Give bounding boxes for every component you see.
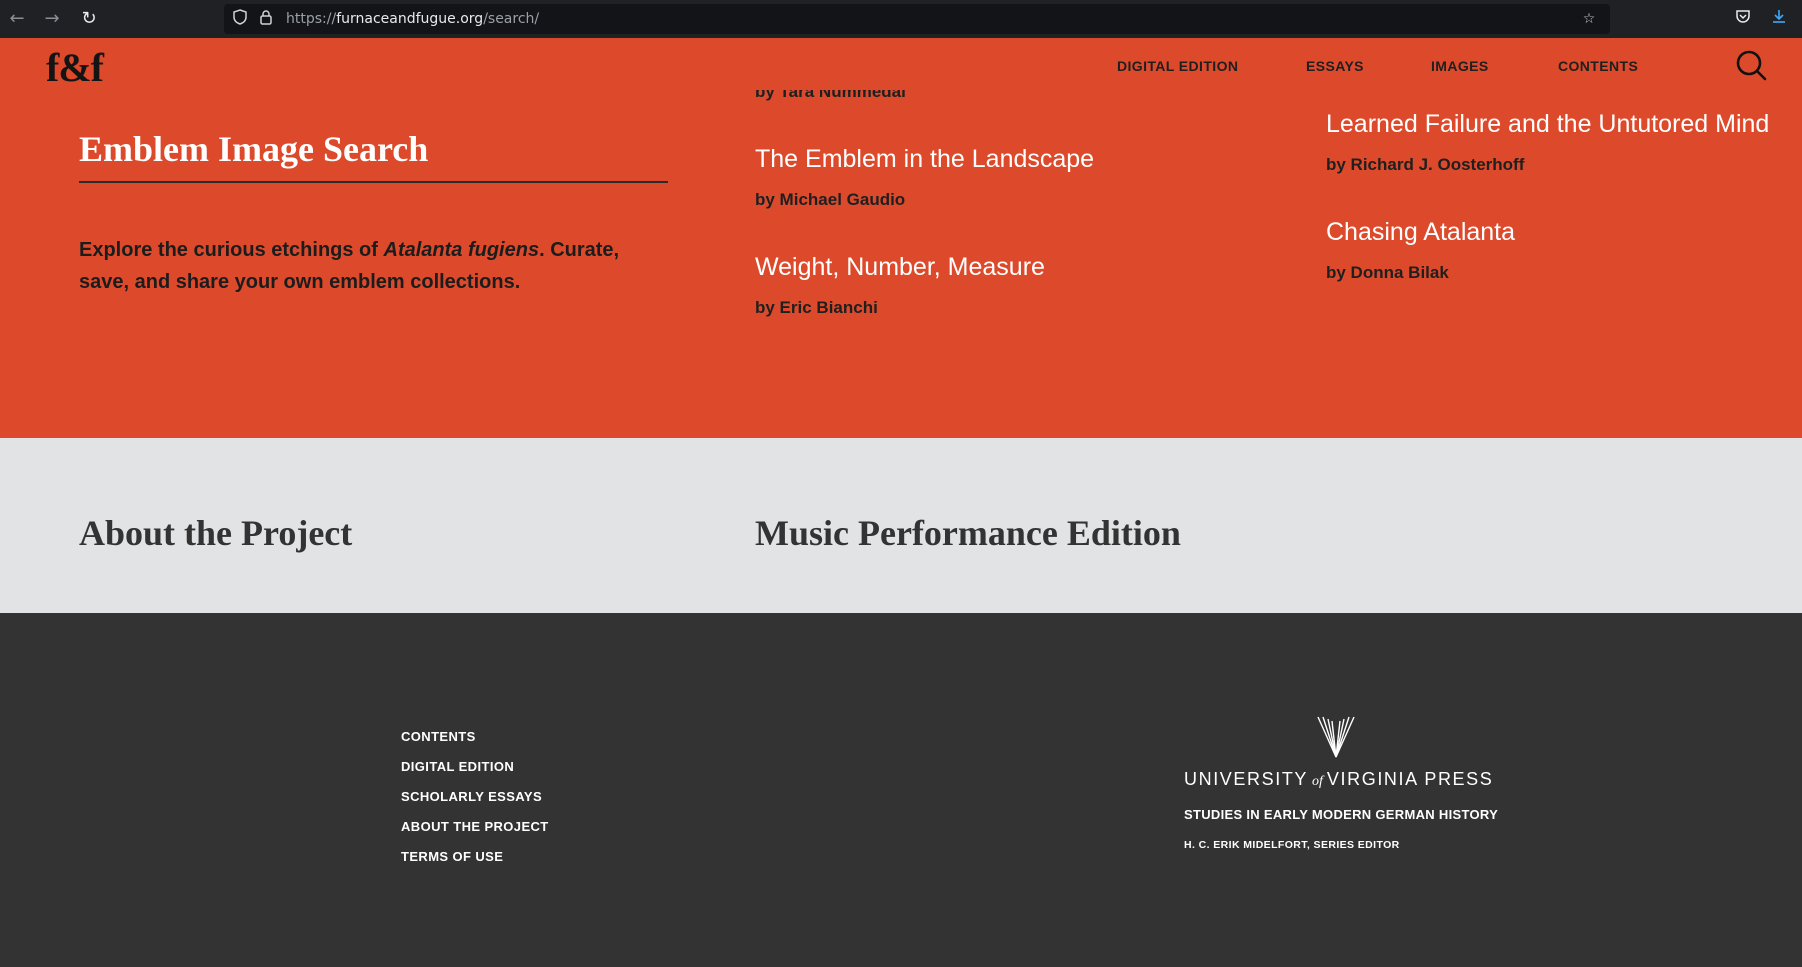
- essay-author: by Michael Gaudio: [755, 190, 906, 209]
- title-divider: [79, 181, 668, 183]
- site-footer: CONTENTS DIGITAL EDITION SCHOLARLY ESSAY…: [0, 613, 1802, 967]
- footer-link-about[interactable]: ABOUT THE PROJECT: [401, 819, 549, 834]
- search-icon[interactable]: [1734, 48, 1768, 82]
- footer-link-scholarly-essays[interactable]: SCHOLARLY ESSAYS: [401, 789, 542, 804]
- essay-title[interactable]: Weight, Number, Measure: [755, 253, 1045, 282]
- url-text[interactable]: https://furnaceandfugue.org/search/: [286, 11, 539, 27]
- reload-icon[interactable]: ↻: [78, 8, 100, 30]
- uva-press-logo-icon[interactable]: [1312, 713, 1360, 761]
- essay-author: by Richard J. Oosterhoff: [1326, 155, 1525, 174]
- footer-link-digital-edition[interactable]: DIGITAL EDITION: [401, 759, 514, 774]
- emblem-search-title[interactable]: Emblem Image Search: [79, 128, 428, 170]
- url-bar[interactable]: https://furnaceandfugue.org/search/ ☆: [224, 4, 1610, 34]
- browser-toolbar: ← → ↻ https://furnaceandfugue.org/search…: [0, 0, 1802, 38]
- footer-link-contents[interactable]: CONTENTS: [401, 729, 476, 744]
- lock-icon[interactable]: [256, 9, 276, 29]
- nav-images[interactable]: IMAGES: [1431, 58, 1489, 74]
- projects-section: About the Project Music Performance Edit…: [0, 438, 1802, 613]
- essay-author: by Donna Bilak: [1326, 263, 1449, 282]
- site-logo[interactable]: f&f: [46, 44, 104, 91]
- shield-icon[interactable]: [230, 9, 250, 29]
- essay-author-cut: by Tara Nummedal: [755, 82, 906, 101]
- emblem-search-description: Explore the curious etchings of Atalanta…: [79, 239, 620, 293]
- download-icon[interactable]: [1768, 8, 1790, 30]
- essay-author: by Eric Bianchi: [755, 298, 878, 317]
- essay-title[interactable]: Chasing Atalanta: [1326, 218, 1515, 247]
- nav-essays[interactable]: ESSAYS: [1306, 58, 1364, 74]
- essay-title[interactable]: Learned Failure and the Untutored Mind: [1326, 110, 1769, 139]
- series-editor: H. C. ERIK MIDELFORT, SERIES EDITOR: [1184, 839, 1400, 851]
- back-icon[interactable]: ←: [6, 8, 28, 30]
- press-name[interactable]: UNIVERSITY of VIRGINIA PRESS: [1184, 769, 1493, 790]
- pocket-icon[interactable]: [1732, 8, 1754, 30]
- series-name: STUDIES IN EARLY MODERN GERMAN HISTORY: [1184, 807, 1499, 822]
- nav-contents[interactable]: CONTENTS: [1558, 58, 1638, 74]
- nav-digital-edition[interactable]: DIGITAL EDITION: [1117, 58, 1238, 74]
- music-edition-heading[interactable]: Music Performance Edition: [755, 512, 1181, 554]
- about-project-heading[interactable]: About the Project: [79, 512, 352, 554]
- footer-link-terms[interactable]: TERMS OF USE: [401, 849, 503, 864]
- essay-title[interactable]: The Emblem in the Landscape: [755, 145, 1094, 174]
- forward-icon[interactable]: →: [41, 8, 63, 30]
- star-icon[interactable]: ☆: [1579, 9, 1599, 29]
- hero-section: f&f DIGITAL EDITION ESSAYS IMAGES CONTEN…: [0, 38, 1802, 438]
